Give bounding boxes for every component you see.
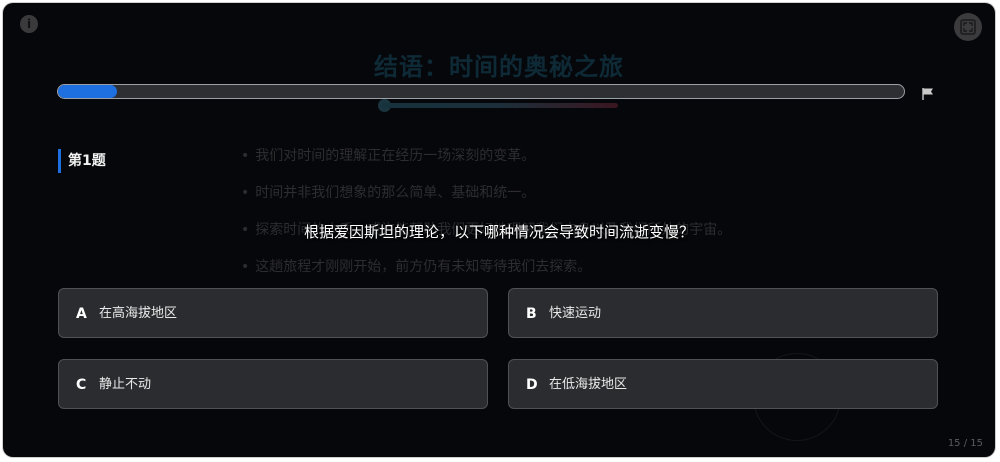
quiz-progress-fill	[58, 85, 118, 98]
option-label: 在高海拔地区	[99, 306, 178, 321]
presentation-frame: 结语：时间的奥秘之旅 我们对时间的理解正在经历一场深刻的变革。 时间并非我们想象…	[3, 3, 995, 457]
fullscreen-button[interactable]	[954, 13, 982, 41]
option-letter: D	[526, 377, 538, 393]
option-letter: A	[76, 306, 87, 322]
background-bullet-list: 我们对时间的理解正在经历一场深刻的变革。 时间并非我们想象的那么简单、基础和统一…	[241, 145, 801, 293]
option-c-button[interactable]: C 静止不动	[58, 359, 488, 409]
background-bullet: 我们对时间的理解正在经历一场深刻的变革。	[241, 145, 801, 182]
option-label: 在低海拔地区	[549, 377, 628, 392]
flag-icon	[922, 88, 933, 100]
option-letter: C	[76, 377, 87, 393]
expand-icon	[960, 19, 976, 35]
question-text: 根据爱因斯坦的理论，以下哪种情况会导致时间流逝变慢？	[303, 223, 694, 241]
page-counter: 15 / 15	[947, 438, 983, 449]
quiz-progress-bar	[57, 84, 905, 99]
background-slide-title: 结语：时间的奥秘之旅	[374, 53, 624, 81]
option-a-button[interactable]: A 在高海拔地区	[58, 288, 488, 338]
option-b-button[interactable]: B 快速运动	[508, 288, 938, 338]
option-d-button[interactable]: D 在低海拔地区	[508, 359, 938, 409]
background-bullet: 时间并非我们想象的那么简单、基础和统一。	[241, 182, 801, 219]
option-letter: B	[526, 306, 537, 322]
info-icon[interactable]: i	[20, 15, 38, 33]
option-label: 快速运动	[549, 306, 602, 321]
background-divider	[382, 103, 618, 108]
option-label: 静止不动	[99, 377, 152, 392]
question-number: 第1题	[58, 149, 106, 173]
